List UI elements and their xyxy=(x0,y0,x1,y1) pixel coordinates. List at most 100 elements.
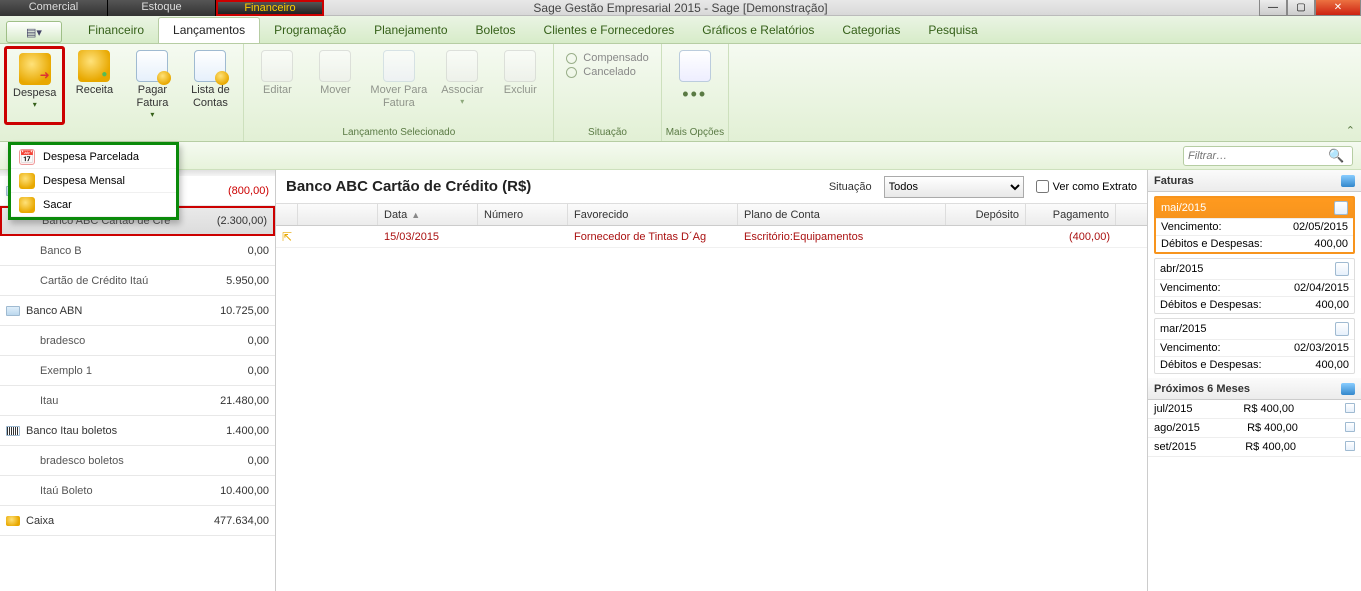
upcoming-row[interactable]: ago/2015R$ 400,00 xyxy=(1148,419,1361,438)
compensado-toggle[interactable]: Compensado xyxy=(566,52,648,64)
invoice-deb-label: Débitos e Despesas: xyxy=(1160,299,1262,311)
account-item[interactable]: Itaú Boleto10.400,00 xyxy=(0,476,275,506)
filter-input[interactable] xyxy=(1188,150,1328,162)
search-box[interactable]: 🔍 xyxy=(1183,146,1353,166)
module-tab-financeiro[interactable]: Financeiro xyxy=(216,0,324,16)
account-name: bradesco boletos xyxy=(26,455,248,467)
account-item[interactable]: Cartão de Crédito Itaú5.950,00 xyxy=(0,266,275,296)
ribbon-group-situacao: Compensado Cancelado Situação xyxy=(554,44,661,141)
pagar-fatura-button[interactable]: Pagar Fatura ▾ xyxy=(123,46,181,125)
coins-expense-icon xyxy=(19,53,51,85)
window-close-button[interactable]: ✕ xyxy=(1315,0,1361,16)
upcoming-value: R$ 400,00 xyxy=(1245,441,1296,453)
menu-categorias[interactable]: Categorias xyxy=(828,18,914,43)
invoice-card[interactable]: abr/2015Vencimento:02/04/2015Débitos e D… xyxy=(1154,258,1355,314)
mover-para-label: Mover Para Fatura xyxy=(370,84,427,110)
account-item[interactable]: Itau21.480,00 xyxy=(0,386,275,416)
mais-opcoes-button[interactable]: ••• xyxy=(666,46,724,125)
faturas-title: Faturas xyxy=(1154,175,1194,187)
invoice-venc-label: Vencimento: xyxy=(1160,282,1221,294)
quick-access-toolbar[interactable]: ▤▾ xyxy=(6,21,62,43)
col-deposito[interactable]: Depósito xyxy=(946,204,1026,225)
col-favorecido[interactable]: Favorecido xyxy=(568,204,738,225)
cancelado-toggle[interactable]: Cancelado xyxy=(566,66,636,78)
panel-header-icon[interactable] xyxy=(1341,383,1355,395)
ribbon-collapse-button[interactable]: ⌃ xyxy=(1346,124,1355,137)
panel-header-icon[interactable] xyxy=(1341,175,1355,187)
extrato-check[interactable] xyxy=(1036,180,1049,193)
col-plano[interactable]: Plano de Conta xyxy=(738,204,946,225)
invoice-venc-value: 02/05/2015 xyxy=(1293,221,1348,233)
table-row[interactable]: ⇱ 15/03/2015 Fornecedor de Tintas D´Ag E… xyxy=(276,226,1147,248)
account-name: Caixa xyxy=(26,515,214,527)
menu-pesquisa[interactable]: Pesquisa xyxy=(914,18,991,43)
gear-calendar-icon xyxy=(679,50,711,82)
window-maximize-button[interactable]: ▢ xyxy=(1287,0,1315,16)
account-name: Itaú Boleto xyxy=(26,485,220,497)
account-item[interactable]: bradesco boletos0,00 xyxy=(0,446,275,476)
account-type-icon xyxy=(6,516,20,526)
account-item[interactable]: Banco Itau boletos1.400,00 xyxy=(0,416,275,446)
col-icon[interactable] xyxy=(276,204,298,225)
lista-contas-label: Lista de Contas xyxy=(191,84,230,110)
grid-header: Data▲ Número Favorecido Plano de Conta D… xyxy=(276,204,1147,226)
col-numero[interactable]: Número xyxy=(478,204,568,225)
dropdown-sacar[interactable]: Sacar xyxy=(11,193,176,217)
account-balance: 1.400,00 xyxy=(226,425,269,437)
upcoming-value: R$ 400,00 xyxy=(1243,403,1294,415)
menu-financeiro[interactable]: Financeiro xyxy=(74,18,158,43)
coins-withdraw-icon xyxy=(19,197,35,213)
account-item[interactable]: Banco ABN10.725,00 xyxy=(0,296,275,326)
lista-contas-button[interactable]: Lista de Contas xyxy=(181,46,239,125)
radio-icon xyxy=(566,53,577,64)
extrato-label: Ver como Extrato xyxy=(1053,181,1137,193)
main-content: Banco A(800,00)Banco ABC Cartão de Cré(2… xyxy=(0,170,1361,591)
situacao-select[interactable]: Todos xyxy=(884,176,1024,198)
grid-body[interactable]: ⇱ 15/03/2015 Fornecedor de Tintas D´Ag E… xyxy=(276,226,1147,591)
dropdown-despesa-parcelada[interactable]: 📅Despesa Parcelada xyxy=(11,145,176,169)
app-title: Sage Gestão Empresarial 2015 - Sage [Dem… xyxy=(533,1,827,15)
module-tabs: Comercial Estoque Financeiro xyxy=(0,0,324,16)
dropdown-despesa-mensal[interactable]: Despesa Mensal xyxy=(11,169,176,193)
upcoming-row[interactable]: jul/2015R$ 400,00 xyxy=(1148,400,1361,419)
upcoming-row[interactable]: set/2015R$ 400,00 xyxy=(1148,438,1361,457)
menu-planejamento[interactable]: Planejamento xyxy=(360,18,461,43)
cell-data: 15/03/2015 xyxy=(378,231,478,243)
module-tab-comercial[interactable]: Comercial xyxy=(0,0,108,16)
col-pagamento[interactable]: Pagamento xyxy=(1026,204,1116,225)
invoice-card[interactable]: mai/2015Vencimento:02/05/2015Débitos e D… xyxy=(1154,196,1355,254)
account-name: Cartão de Crédito Itaú xyxy=(26,275,226,287)
invoice-card[interactable]: mar/2015Vencimento:02/03/2015Débitos e D… xyxy=(1154,318,1355,374)
pin-icon xyxy=(1345,441,1355,451)
menu-clientes[interactable]: Clientes e Fornecedores xyxy=(530,18,689,43)
account-balance: 0,00 xyxy=(248,335,269,347)
account-item[interactable]: Exemplo 10,00 xyxy=(0,356,275,386)
account-item[interactable]: bradesco0,00 xyxy=(0,326,275,356)
dropdown-item-label: Despesa Parcelada xyxy=(43,151,139,163)
despesa-button[interactable]: Despesa ▾ xyxy=(4,46,65,125)
pin-icon xyxy=(1345,403,1355,413)
accounts-list-icon xyxy=(194,50,226,82)
pin-icon xyxy=(1345,422,1355,432)
menu-boletos[interactable]: Boletos xyxy=(462,18,530,43)
mover-label: Mover xyxy=(320,84,351,97)
module-tab-estoque[interactable]: Estoque xyxy=(108,0,216,16)
col-blank[interactable] xyxy=(298,204,378,225)
col-data[interactable]: Data▲ xyxy=(378,204,478,225)
invoice-icon xyxy=(1335,322,1349,336)
menu-graficos[interactable]: Gráficos e Relatórios xyxy=(688,18,828,43)
menu-lancamentos[interactable]: Lançamentos xyxy=(158,17,260,43)
ribbon-group-selecionado-label: Lançamento Selecionado xyxy=(248,125,549,141)
account-item[interactable]: Caixa477.634,00 xyxy=(0,506,275,536)
ver-como-extrato-checkbox[interactable]: Ver como Extrato xyxy=(1036,180,1137,193)
menu-programacao[interactable]: Programação xyxy=(260,18,360,43)
invoice-deb-value: 400,00 xyxy=(1315,359,1349,371)
excluir-button: Excluir xyxy=(491,46,549,125)
pagar-fatura-label: Pagar Fatura xyxy=(137,84,169,110)
window-minimize-button[interactable]: — xyxy=(1259,0,1287,16)
account-item[interactable]: Banco B0,00 xyxy=(0,236,275,266)
mover-button: Mover xyxy=(306,46,364,125)
ribbon-group-mais: ••• Mais Opções xyxy=(662,44,729,141)
receita-button[interactable]: Receita xyxy=(65,46,123,125)
cell-favorecido: Fornecedor de Tintas D´Ag xyxy=(568,231,738,243)
